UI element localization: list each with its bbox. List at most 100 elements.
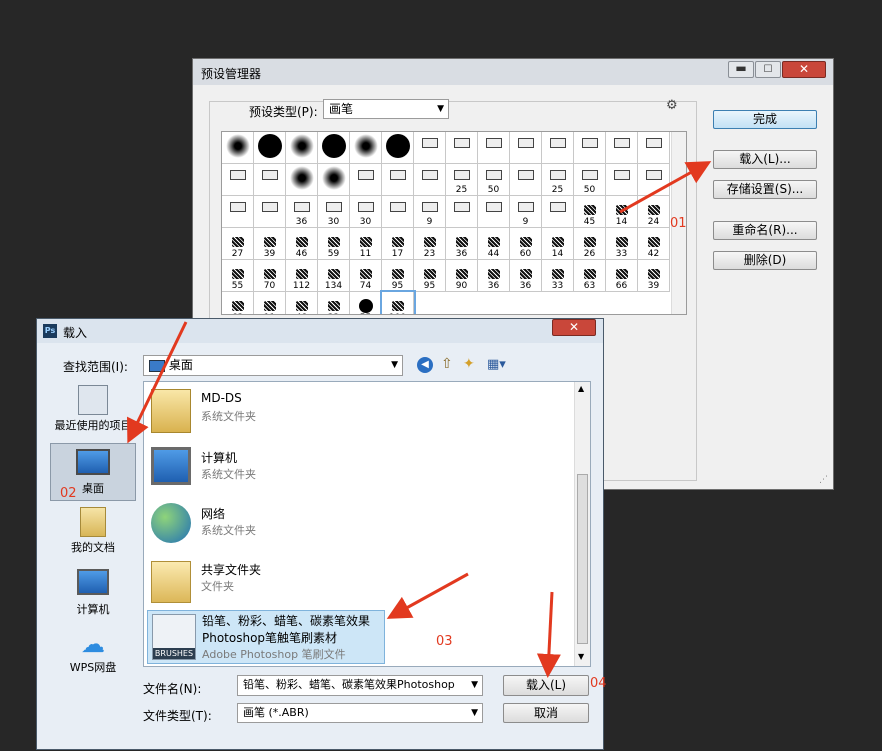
- brush-preset-cell[interactable]: [382, 196, 414, 228]
- brush-preset-cell[interactable]: 9: [414, 196, 446, 228]
- brush-preset-cell[interactable]: [382, 164, 414, 196]
- brush-preset-cell[interactable]: [222, 132, 254, 164]
- brush-preset-cell[interactable]: 95: [382, 260, 414, 292]
- brush-preset-cell[interactable]: 50: [574, 164, 606, 196]
- file-list-scrollbar[interactable]: ▲ ▼: [574, 382, 590, 666]
- brush-preset-cell[interactable]: 26: [574, 228, 606, 260]
- brush-preset-cell[interactable]: [638, 132, 670, 164]
- brush-preset-cell[interactable]: 63: [574, 260, 606, 292]
- brush-preset-cell[interactable]: [446, 132, 478, 164]
- brush-preset-cell[interactable]: 60: [510, 228, 542, 260]
- brush-preset-cell[interactable]: 25: [542, 164, 574, 196]
- brush-preset-cell[interactable]: [254, 132, 286, 164]
- brush-preset-cell[interactable]: 36: [510, 260, 542, 292]
- brush-preset-cell[interactable]: 27: [222, 228, 254, 260]
- brush-preset-cell[interactable]: [318, 164, 350, 196]
- brush-preset-cell[interactable]: [222, 196, 254, 228]
- file-item-md-ds[interactable]: MD-DS 系统文件夹: [147, 385, 387, 439]
- brush-preset-cell[interactable]: 70: [254, 260, 286, 292]
- load-confirm-button[interactable]: 载入(L): [503, 675, 589, 696]
- brush-preset-cell[interactable]: [574, 132, 606, 164]
- brush-preset-cell[interactable]: 63: [222, 292, 254, 314]
- brush-preset-cell[interactable]: 36: [286, 196, 318, 228]
- up-folder-icon[interactable]: ⇧: [441, 356, 453, 372]
- brush-preset-cell[interactable]: 59: [318, 228, 350, 260]
- delete-button[interactable]: 删除(D): [713, 251, 817, 270]
- brush-preset-cell[interactable]: 112: [286, 260, 318, 292]
- new-folder-icon[interactable]: ✦: [463, 356, 475, 372]
- brush-preset-cell[interactable]: [286, 164, 318, 196]
- brush-preset-cell[interactable]: [446, 196, 478, 228]
- brush-preset-cell[interactable]: [382, 132, 414, 164]
- brush-preset-cell[interactable]: [286, 132, 318, 164]
- brush-preset-cell[interactable]: 33: [542, 260, 574, 292]
- brush-preset-cell[interactable]: [542, 196, 574, 228]
- brush-preset-cell[interactable]: [350, 132, 382, 164]
- brush-preset-cell[interactable]: [414, 132, 446, 164]
- brush-preset-cell[interactable]: [510, 132, 542, 164]
- brush-preset-cell[interactable]: 11: [254, 292, 286, 314]
- brush-preset-cell[interactable]: 90: [446, 260, 478, 292]
- brush-preset-cell[interactable]: 95: [414, 260, 446, 292]
- brush-preset-cell[interactable]: 9: [510, 196, 542, 228]
- brush-preset-cell[interactable]: 36: [446, 228, 478, 260]
- resize-grip-icon[interactable]: ⋰: [819, 475, 828, 485]
- brush-preset-cell[interactable]: 42: [638, 228, 670, 260]
- look-in-select[interactable]: 桌面 ▼: [143, 355, 403, 376]
- brush-preset-cell[interactable]: 74: [350, 260, 382, 292]
- brush-preset-cell[interactable]: 36: [478, 260, 510, 292]
- done-button[interactable]: 完成: [713, 110, 817, 129]
- preset-type-select[interactable]: 画笔 ▼: [323, 99, 449, 119]
- brush-preset-cell[interactable]: 25: [446, 164, 478, 196]
- brush-preset-cell[interactable]: 32: [318, 292, 350, 314]
- brush-preset-cell[interactable]: 11: [350, 228, 382, 260]
- file-item-shared-folder[interactable]: 共享文件夹 文件夹: [147, 555, 387, 609]
- brush-preset-cell[interactable]: 100: [380, 290, 416, 314]
- filename-input[interactable]: 铅笔、粉彩、蜡笔、碳素笔效果Photoshop ▼: [237, 675, 483, 696]
- brush-preset-cell[interactable]: 23: [414, 228, 446, 260]
- sidebar-item-computer[interactable]: 计算机: [45, 569, 141, 621]
- file-item-computer[interactable]: 计算机 系统文件夹: [147, 443, 387, 497]
- preset-manager-titlebar[interactable]: 预设管理器 ▬ ☐ ✕: [193, 59, 833, 85]
- filetype-select[interactable]: 画笔 (*.ABR) ▼: [237, 703, 483, 723]
- close-button[interactable]: ✕: [552, 319, 596, 336]
- sidebar-item-wps-cloud[interactable]: ☁ WPS网盘: [45, 631, 141, 683]
- file-item-network[interactable]: 网络 系统文件夹: [147, 499, 387, 553]
- brush-preset-cell[interactable]: 14: [606, 196, 638, 228]
- brush-preset-cell[interactable]: [638, 164, 670, 196]
- file-item-brushes[interactable]: BRUSHES 铅笔、粉彩、蜡笔、碳素笔效果 Photoshop笔触笔刷素材 A…: [147, 610, 385, 664]
- sidebar-item-recent[interactable]: 最近使用的项目: [45, 385, 141, 437]
- rename-button[interactable]: 重命名(R)...: [713, 221, 817, 240]
- brush-preset-cell[interactable]: 66: [606, 260, 638, 292]
- view-menu-icon[interactable]: ▦▾: [487, 357, 506, 372]
- brush-preset-cell[interactable]: 55: [350, 292, 382, 314]
- brush-preset-cell[interactable]: 30: [350, 196, 382, 228]
- close-button[interactable]: ✕: [782, 61, 826, 78]
- brush-preset-cell[interactable]: 17: [382, 228, 414, 260]
- brush-preset-cell[interactable]: [414, 164, 446, 196]
- cancel-button[interactable]: 取消: [503, 703, 589, 723]
- maximize-button[interactable]: ☐: [755, 61, 781, 78]
- brush-preset-cell[interactable]: [606, 164, 638, 196]
- brush-preset-cell[interactable]: 14: [542, 228, 574, 260]
- brush-preset-cell[interactable]: 44: [478, 228, 510, 260]
- brush-preset-cell[interactable]: [478, 132, 510, 164]
- brush-preset-cell[interactable]: 24: [638, 196, 670, 228]
- brush-preset-cell[interactable]: [510, 164, 542, 196]
- minimize-button[interactable]: ▬: [728, 61, 754, 78]
- brush-preset-cell[interactable]: [350, 164, 382, 196]
- brush-preset-grid[interactable]: 25 50 25 50 36 30 30 9 9 45 14 24 27 39 46 59 11 17 23 36 44…: [221, 131, 687, 315]
- brush-preset-cell[interactable]: 45: [574, 196, 606, 228]
- brush-preset-cell[interactable]: 48: [286, 292, 318, 314]
- gear-icon[interactable]: ⚙: [666, 98, 678, 113]
- brush-preset-cell[interactable]: [254, 164, 286, 196]
- brush-preset-cell[interactable]: 50: [478, 164, 510, 196]
- sidebar-item-documents[interactable]: 我的文档: [45, 507, 141, 559]
- brush-preset-cell[interactable]: [542, 132, 574, 164]
- brush-preset-cell[interactable]: 39: [638, 260, 670, 292]
- scroll-thumb[interactable]: [577, 474, 588, 644]
- brush-preset-cell[interactable]: 134: [318, 260, 350, 292]
- scroll-up-arrow[interactable]: ▲: [578, 384, 584, 393]
- brush-preset-cell[interactable]: 46: [286, 228, 318, 260]
- save-settings-button[interactable]: 存储设置(S)...: [713, 180, 817, 199]
